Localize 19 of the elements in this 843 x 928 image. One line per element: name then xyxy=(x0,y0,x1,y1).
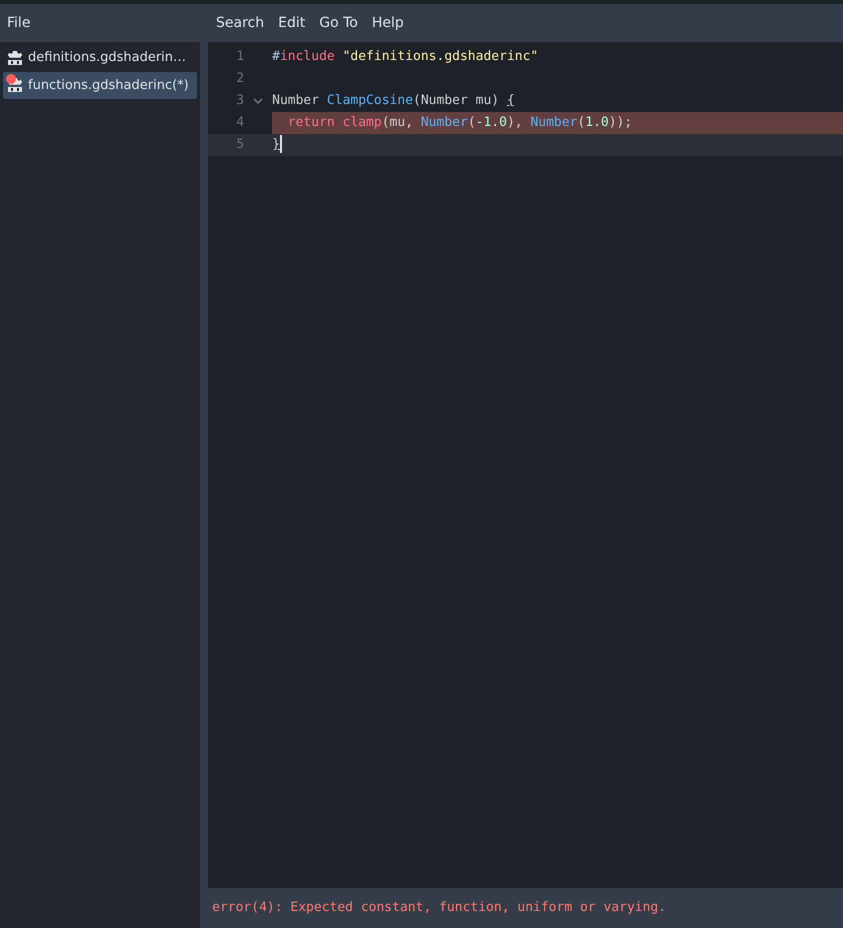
code-line: Number ClampCosine(Number mu) { xyxy=(272,93,515,108)
code-line: #include "definitions.gdshaderinc" xyxy=(272,49,538,64)
menu-item[interactable]: Edit xyxy=(271,4,312,42)
code-editor[interactable]: 1 #include "definitions.gdshaderinc" 2 3 Number ClampCosine(Number mu) { 4 return clamp(mu, Number(-1.0), Number(1.0)); 5 } xyxy=(208,42,843,888)
menu-item[interactable]: Help xyxy=(364,4,411,42)
line-number: 4 xyxy=(235,114,244,132)
menu-item[interactable]: Search xyxy=(209,4,272,42)
status-message: error(4): Expected constant, function, uniform or varying. xyxy=(212,899,666,918)
shader-file-icon xyxy=(7,50,23,66)
file-tab[interactable]: definitions.gdshaderin… xyxy=(3,44,198,72)
code-line: } xyxy=(272,137,280,152)
line-number: 3 xyxy=(235,92,244,110)
code-line: return clamp(mu, Number(-1.0), Number(1.0)); xyxy=(286,115,632,130)
file-tab[interactable]: functions.gdshaderinc(*) xyxy=(3,72,198,99)
menu-item[interactable]: Go To xyxy=(312,4,365,42)
line-number: 1 xyxy=(235,48,244,66)
line-number: 5 xyxy=(235,136,244,154)
line-number: 2 xyxy=(235,70,244,88)
menu-item[interactable]: File xyxy=(0,4,38,42)
